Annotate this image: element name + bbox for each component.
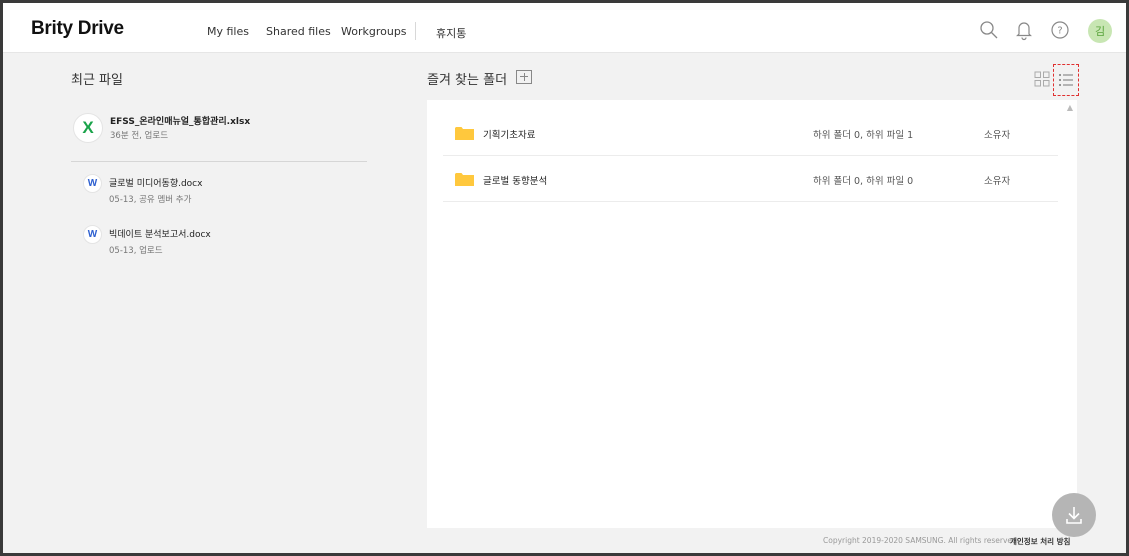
favorite-folders-panel: ▲ 기획기초자료 하위 폴더 0, 하위 파일 1 소유자 글로벌 동향분석 하… — [427, 100, 1077, 528]
brity-drive-logo[interactable]: Brity Drive — [31, 18, 124, 40]
recent-divider — [71, 161, 367, 162]
word-file-icon: W — [83, 225, 102, 244]
app-window: Brity Drive My files Shared files Workgr… — [0, 0, 1129, 556]
folder-icon — [455, 173, 474, 186]
folder-row[interactable]: 기획기초자료 하위 폴더 0, 하위 파일 1 소유자 — [443, 110, 1058, 156]
nav-trash[interactable]: 휴지통 — [436, 25, 466, 41]
folder-info: 하위 폴더 0, 하위 파일 0 — [813, 176, 914, 187]
nav-workgroups[interactable]: Workgroups — [341, 25, 407, 38]
user-avatar[interactable]: 김 — [1088, 19, 1112, 43]
folder-icon — [455, 127, 474, 140]
nav-my-files[interactable]: My files — [207, 25, 249, 38]
favorite-folders-title: 즐겨 찾는 폴더 — [427, 73, 508, 88]
folder-info: 하위 폴더 0, 하위 파일 1 — [813, 130, 914, 141]
recent-file-name: EFSS_온라인매뉴얼_통합관리.xlsx — [110, 117, 251, 127]
privacy-policy-link[interactable]: 개인정보 처리 방침 — [1010, 536, 1070, 547]
help-icon[interactable]: ? — [1049, 19, 1071, 41]
grid-view-icon[interactable] — [1031, 68, 1053, 90]
folder-name: 글로벌 동향분석 — [483, 176, 548, 187]
recent-file-meta: 05-13, 업로드 — [109, 246, 163, 256]
recent-file-meta: 36분 전, 업로드 — [110, 131, 169, 141]
excel-file-icon: X — [73, 113, 103, 143]
search-icon[interactable] — [978, 19, 1000, 41]
recent-files-title: 최근 파일 — [71, 73, 123, 88]
top-header: Brity Drive My files Shared files Workgr… — [3, 3, 1126, 53]
download-icon — [1066, 507, 1082, 524]
folder-owner: 소유자 — [984, 130, 1011, 141]
recent-file-meta: 05-13, 공유 멤버 추가 — [109, 195, 192, 205]
list-view-icon[interactable] — [1053, 64, 1079, 96]
svg-text:?: ? — [1057, 26, 1062, 37]
folder-name: 기획기초자료 — [483, 130, 536, 141]
recent-file-name: 빅데이트 분석보고서.docx — [109, 230, 211, 240]
add-folder-icon[interactable] — [516, 70, 532, 84]
download-button[interactable] — [1052, 493, 1096, 537]
nav-shared-files[interactable]: Shared files — [266, 25, 331, 38]
word-file-icon: W — [83, 174, 102, 193]
nav-divider — [415, 22, 416, 40]
bell-icon[interactable] — [1013, 19, 1035, 41]
folder-owner: 소유자 — [984, 176, 1011, 187]
scroll-up-icon[interactable]: ▲ — [1067, 103, 1073, 112]
folder-row[interactable]: 글로벌 동향분석 하위 폴더 0, 하위 파일 0 소유자 — [443, 156, 1058, 202]
recent-file-name: 글로벌 미디어동향.docx — [109, 179, 203, 189]
copyright-text: Copyright 2019-2020 SAMSUNG. All rights … — [823, 536, 1020, 545]
